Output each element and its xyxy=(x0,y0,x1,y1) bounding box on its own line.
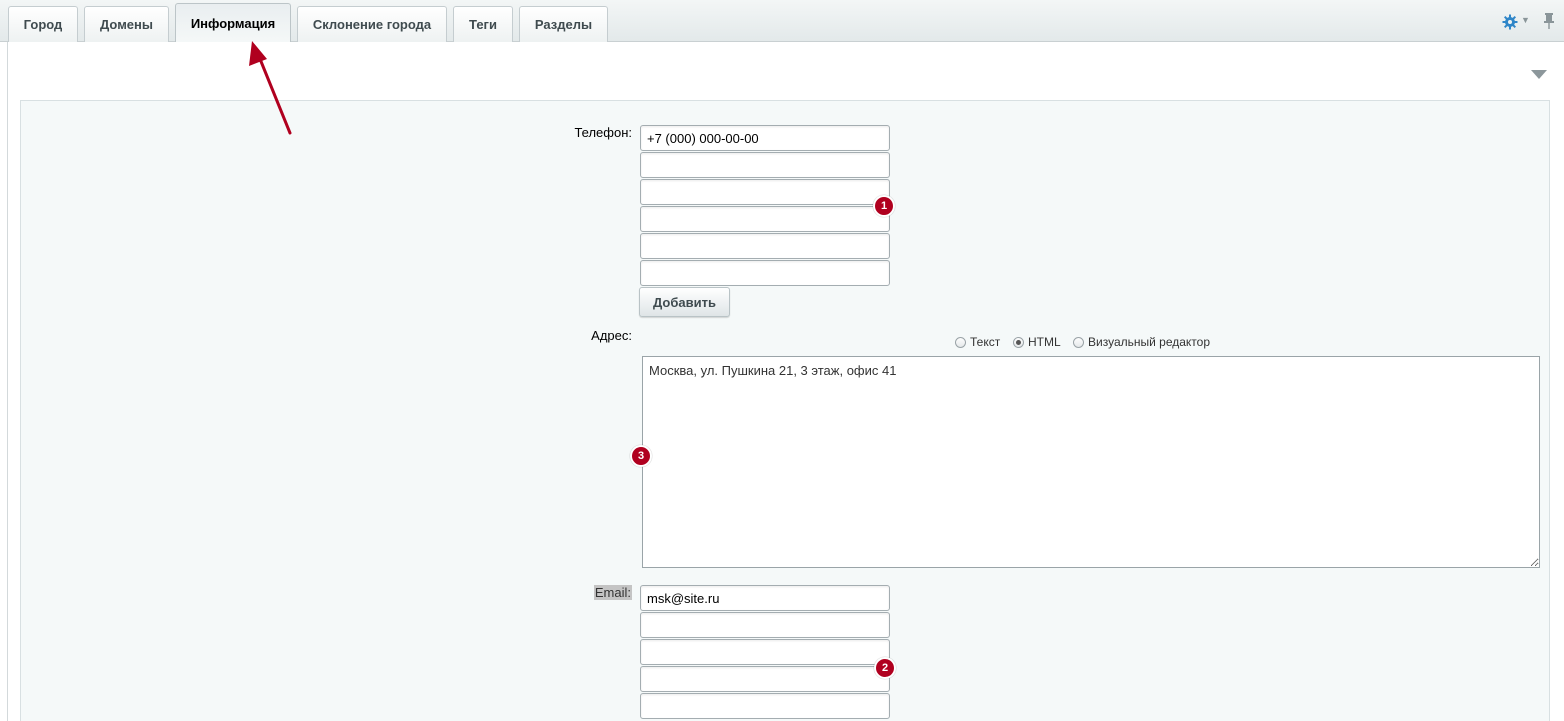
email-input-5[interactable] xyxy=(640,693,890,719)
collapse-arrow-icon[interactable] xyxy=(1531,70,1547,79)
phone-input-5[interactable] xyxy=(640,233,890,259)
editor-mode-text[interactable]: Текст xyxy=(955,335,1000,349)
tab-tags[interactable]: Теги xyxy=(453,6,513,42)
tab-sections[interactable]: Разделы xyxy=(519,6,608,42)
phone-input-4[interactable] xyxy=(640,206,890,232)
email-input-4[interactable] xyxy=(640,666,890,692)
tab-city[interactable]: Город xyxy=(8,6,78,42)
phone-input-3[interactable] xyxy=(640,179,890,205)
email-label-wrap: Email: xyxy=(560,585,632,600)
editor-mode-label: Текст xyxy=(970,335,1001,349)
tab-city-declension[interactable]: Склонение города xyxy=(297,6,447,42)
address-label: Адрес: xyxy=(591,328,632,343)
tab-bar: Город Домены Информация Склонение города… xyxy=(0,0,1564,43)
email-input-1[interactable] xyxy=(640,585,890,611)
email-input-3[interactable] xyxy=(640,639,890,665)
pin-icon[interactable] xyxy=(1542,12,1556,30)
editor-mode-html[interactable]: HTML xyxy=(1013,335,1061,349)
radio-icon[interactable] xyxy=(1013,336,1024,348)
phone-input-2[interactable] xyxy=(640,152,890,178)
editor-mode-visual[interactable]: Визуальный редактор xyxy=(1073,335,1210,349)
phone-label: Телефон: xyxy=(574,125,632,140)
address-textarea[interactable]: Москва, ул. Пушкина 21, 3 этаж, офис 41 xyxy=(642,356,1540,568)
gear-icon[interactable] xyxy=(1500,13,1520,31)
tab-information[interactable]: Информация xyxy=(175,3,291,43)
annotation-badge: 2 xyxy=(874,657,896,679)
add-phone-button[interactable]: Добавить xyxy=(639,287,730,317)
email-label: Email: xyxy=(593,585,632,600)
radio-icon[interactable] xyxy=(1073,336,1084,348)
radio-icon[interactable] xyxy=(955,336,966,348)
phone-input-6[interactable] xyxy=(640,260,890,286)
editor-mode-label: HTML xyxy=(1028,335,1061,349)
editor-mode-label: Визуальный редактор xyxy=(1088,335,1211,349)
phone-input-1[interactable] xyxy=(640,125,890,151)
annotation-badge: 1 xyxy=(873,195,895,217)
annotation-badge: 3 xyxy=(630,445,652,467)
email-input-2[interactable] xyxy=(640,612,890,638)
chevron-down-icon[interactable]: ▼ xyxy=(1521,15,1530,25)
tab-domains[interactable]: Домены xyxy=(84,6,169,42)
